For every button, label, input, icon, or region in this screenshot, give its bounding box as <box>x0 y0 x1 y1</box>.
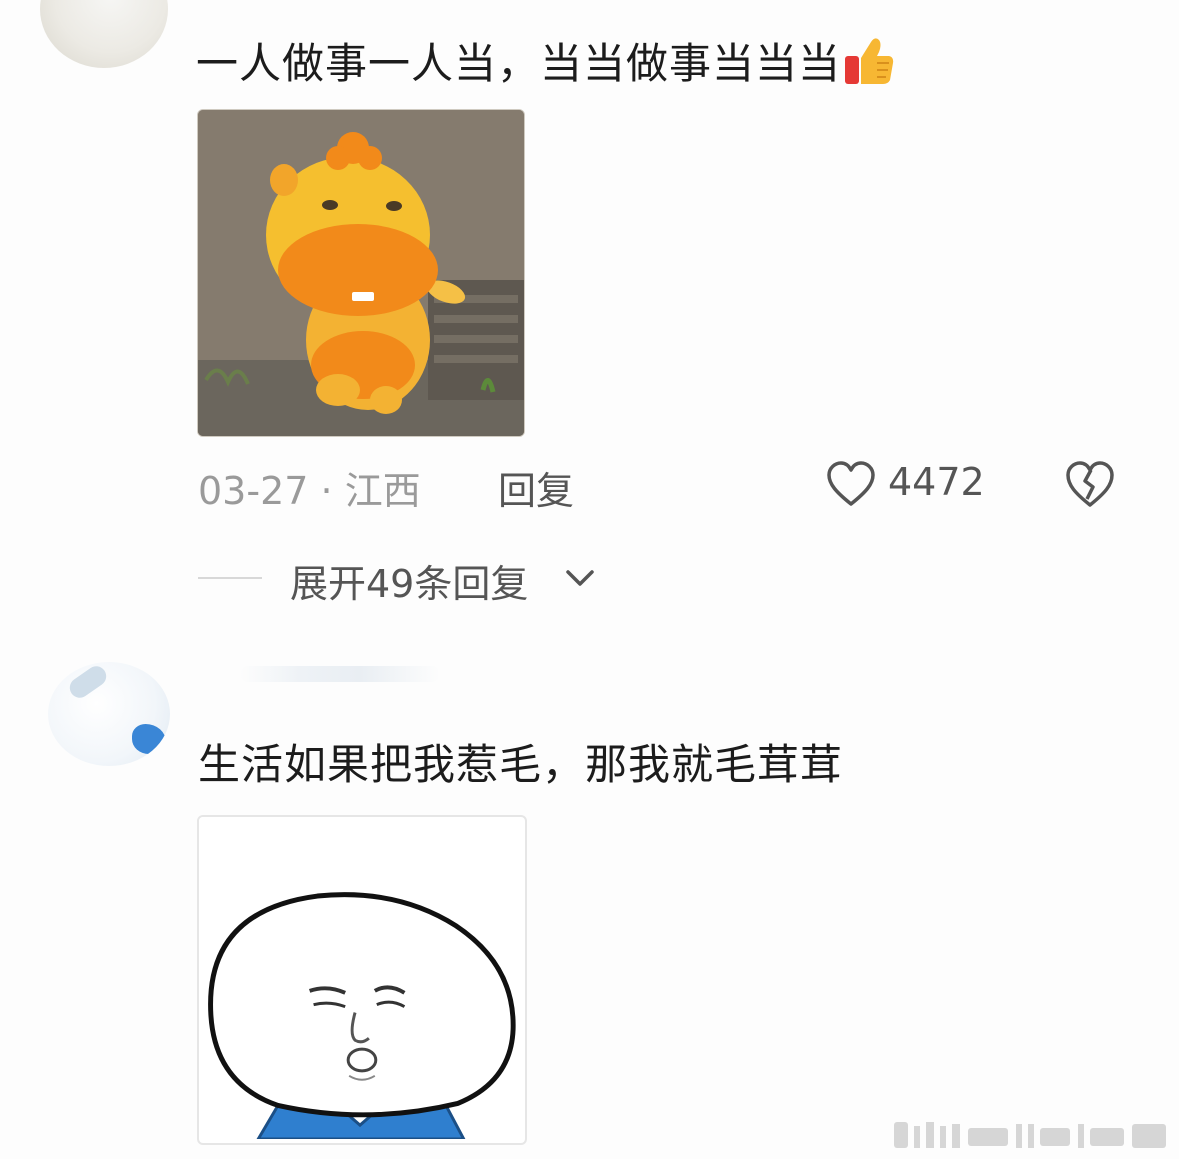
commenter-name-blurred <box>240 666 440 682</box>
expand-divider <box>198 577 262 579</box>
comment-meta: 03-27 · 江西 <box>198 460 421 515</box>
comment-text: 生活如果把我惹毛，那我就毛茸茸 <box>198 740 844 789</box>
like-count: 4472 <box>888 460 985 504</box>
expand-replies-button[interactable]: 展开49条回复 <box>290 553 528 608</box>
comment-text: 一人做事一人当，当当做事当当当 <box>196 36 895 89</box>
comment-location: 江西 <box>344 469 421 513</box>
round-face-meme-illustration <box>199 817 521 1141</box>
like-heart-icon[interactable] <box>826 460 876 508</box>
comment-text-content: 一人做事一人当，当当做事当当当 <box>196 39 842 88</box>
comment-image-meme[interactable] <box>197 815 527 1145</box>
commenter-avatar[interactable] <box>48 662 170 766</box>
commenter-avatar[interactable] <box>40 0 168 68</box>
chevron-down-icon[interactable] <box>562 566 598 590</box>
comment-image-cartoon[interactable] <box>197 109 525 437</box>
avatar-decoration <box>132 724 166 754</box>
cartoon-duck-illustration <box>198 110 524 436</box>
watermark-logo <box>890 1116 1172 1154</box>
avatar-decoration <box>65 662 111 702</box>
reply-button[interactable]: 回复 <box>498 460 574 515</box>
thumbs-up-icon <box>841 36 895 86</box>
meta-separator: · <box>320 469 333 513</box>
comment-date: 03-27 <box>198 469 309 513</box>
dislike-broken-heart-icon[interactable] <box>1064 459 1116 509</box>
